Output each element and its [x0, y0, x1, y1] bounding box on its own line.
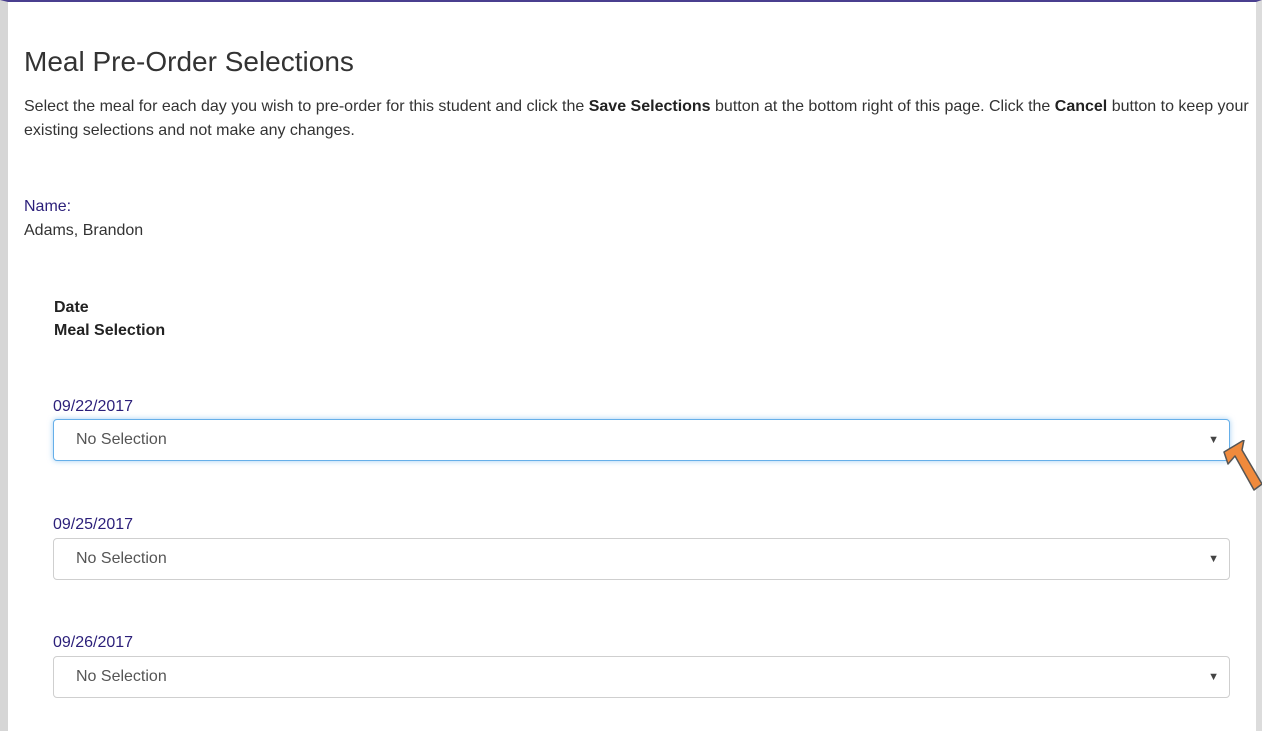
- instructions-part-2: button at the bottom right of this page.…: [710, 98, 1055, 115]
- meal-date-label: 09/25/2017: [53, 516, 134, 533]
- meal-selection-dropdown[interactable]: No Selection ▼: [53, 419, 1230, 461]
- page-frame: Meal Pre-Order Selections Select the mea…: [0, 0, 1262, 731]
- dropdown-selected-value: No Selection: [76, 668, 167, 685]
- student-name-label: Name:: [24, 198, 72, 215]
- meal-date-label: 09/22/2017: [53, 398, 134, 415]
- dropdown-selected-value: No Selection: [76, 431, 167, 448]
- cancel-emphasis: Cancel: [1054, 98, 1108, 115]
- page-title: Meal Pre-Order Selections: [24, 46, 354, 77]
- save-selections-emphasis: Save Selections: [588, 98, 711, 115]
- meal-selection-dropdown[interactable]: No Selection ▼: [53, 538, 1230, 580]
- instructions-part-1: Select the meal for each day you wish to…: [24, 98, 589, 115]
- student-name-value: Adams, Brandon: [24, 222, 144, 239]
- meal-selection-dropdown[interactable]: No Selection ▼: [53, 656, 1230, 698]
- column-header-meal-selection: Meal Selection: [54, 322, 166, 339]
- caret-down-icon: ▼: [1208, 671, 1219, 683]
- meal-date-label: 09/26/2017: [53, 634, 134, 651]
- caret-down-icon: ▼: [1208, 434, 1219, 446]
- dropdown-selected-value: No Selection: [76, 550, 167, 567]
- column-header-date: Date: [54, 299, 89, 316]
- annotation-arrow-icon: [1223, 440, 1262, 491]
- instructions-text: Select the meal for each day you wish to…: [24, 95, 1256, 143]
- caret-down-icon: ▼: [1208, 553, 1219, 565]
